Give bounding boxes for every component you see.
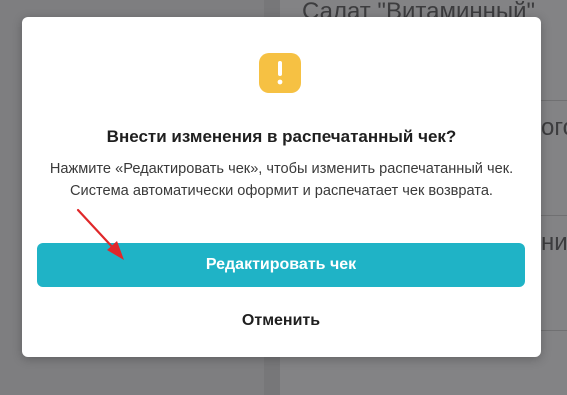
dialog-description: Нажмите «Редактировать чек», чтобы измен…: [49, 161, 514, 199]
confirm-dialog: Внести изменения в распечатанный чек? На…: [22, 17, 541, 357]
background-partial-text: ни: [541, 229, 567, 256]
dialog-title: Внести изменения в распечатанный чек?: [106, 127, 457, 146]
exclamation-glyph: [277, 61, 283, 85]
background-partial-text: ого: [541, 114, 567, 141]
exclamation-warning-icon: [259, 53, 301, 93]
cancel-button[interactable]: Отменить: [181, 306, 381, 336]
edit-receipt-button[interactable]: Редактировать чек: [37, 243, 525, 287]
